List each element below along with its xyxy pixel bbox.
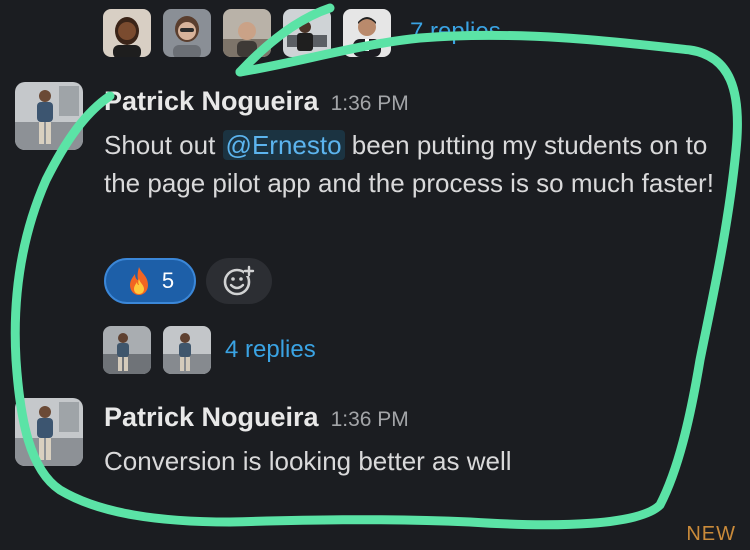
replies-count-link[interactable]: 4 replies <box>225 336 316 364</box>
reaction-pill[interactable]: 5 <box>104 258 196 304</box>
message-timestamp[interactable]: 1:36 PM <box>331 92 409 116</box>
author-avatar[interactable] <box>15 82 83 150</box>
top-thread-participants[interactable] <box>103 8 391 58</box>
avatar <box>223 9 271 57</box>
message-text: Shout out @Ernesto been putting my stude… <box>104 126 734 202</box>
message-timestamp[interactable]: 1:36 PM <box>331 408 409 432</box>
avatar <box>163 9 211 57</box>
message-header: Patrick Nogueira 1:36 PM <box>104 402 409 433</box>
message-text-segment: Shout out <box>104 130 223 160</box>
add-emoji-icon <box>223 265 255 296</box>
top-thread-replies-link[interactable]: 7 replies <box>410 18 501 46</box>
author-name[interactable]: Patrick Nogueira <box>104 402 319 433</box>
message-text: Conversion is looking better as well <box>104 446 512 476</box>
avatar <box>103 326 151 374</box>
user-mention[interactable]: @Ernesto <box>222 130 345 160</box>
new-messages-label[interactable]: NEW <box>686 523 736 546</box>
add-reaction-button[interactable] <box>206 258 272 304</box>
avatar <box>163 326 211 374</box>
reactions-bar: 5 <box>104 258 272 304</box>
thread-replies[interactable]: 4 replies <box>103 326 316 374</box>
avatar <box>343 9 391 57</box>
message-header: Patrick Nogueira 1:36 PM <box>104 86 409 117</box>
slack-thread-screen: 7 replies Patrick Nogueira 1:36 PM Shout… <box>0 0 750 550</box>
reaction-count: 5 <box>161 268 175 293</box>
fire-emoji-icon <box>126 266 152 296</box>
author-avatar[interactable] <box>15 398 83 466</box>
author-name[interactable]: Patrick Nogueira <box>104 86 319 117</box>
avatar <box>283 9 331 57</box>
avatar <box>103 9 151 57</box>
